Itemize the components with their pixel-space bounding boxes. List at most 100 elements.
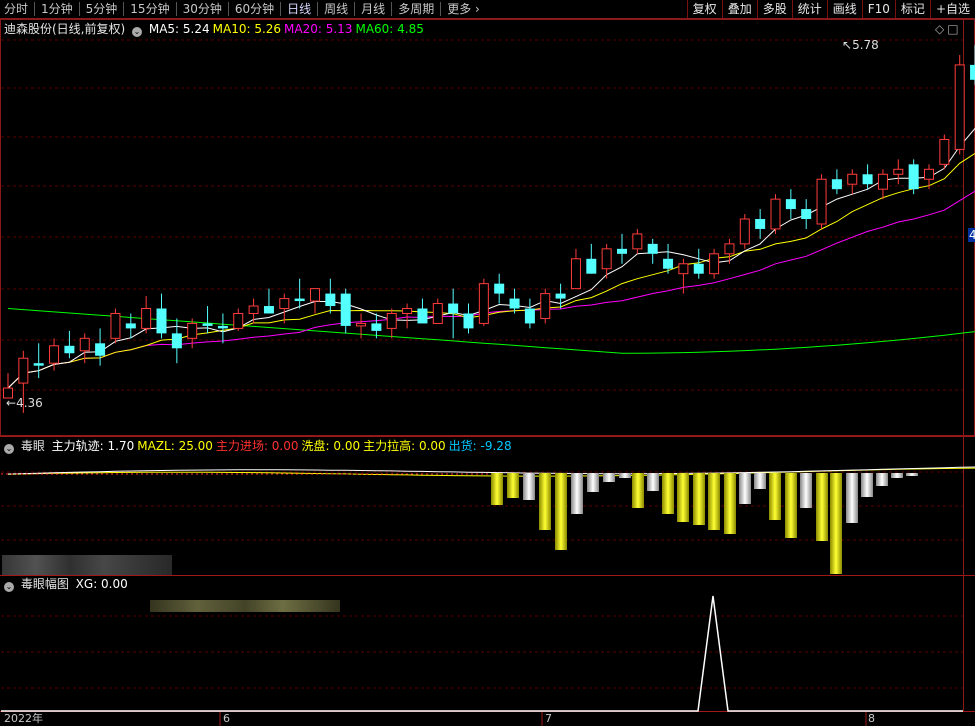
indicator-bar xyxy=(555,473,567,550)
candle-down xyxy=(586,258,597,274)
ma60-line xyxy=(7,308,975,354)
indicator-bar xyxy=(891,473,903,478)
candle-down xyxy=(371,323,382,331)
candle-down xyxy=(463,313,474,329)
candle-down xyxy=(33,363,44,366)
candle-up xyxy=(141,308,152,329)
candle-up xyxy=(632,233,643,250)
candle-down xyxy=(171,333,182,349)
candle-up xyxy=(924,168,934,180)
candle-up xyxy=(893,168,904,175)
indicator-bar xyxy=(693,473,705,525)
indicator-bar xyxy=(662,473,674,514)
candle-up xyxy=(816,178,827,225)
low-price-label: ←4.36 xyxy=(6,396,43,410)
indicator-bar xyxy=(906,473,918,476)
candle-down xyxy=(862,174,873,185)
candle-down xyxy=(217,325,228,329)
x-axis-label: 8 xyxy=(868,712,875,725)
indicator-bar xyxy=(830,473,842,574)
candle-down xyxy=(64,345,75,354)
candle-down xyxy=(617,248,627,254)
candle-up xyxy=(877,173,888,190)
candle-up xyxy=(954,64,965,150)
candle-up xyxy=(432,303,443,324)
candle-up xyxy=(49,345,60,364)
indicator-bar xyxy=(708,473,720,530)
candle-down xyxy=(448,303,459,314)
x-axis-label: 2022年 xyxy=(4,712,43,725)
candle-down xyxy=(417,308,428,324)
candle-down xyxy=(202,323,213,326)
candle-down xyxy=(755,219,766,229)
indicator-bar xyxy=(571,473,583,514)
indicator-bar xyxy=(861,473,873,497)
candle-up xyxy=(79,337,90,352)
indicator-bar xyxy=(800,473,812,508)
candle-up xyxy=(770,198,781,230)
candle-up xyxy=(356,322,367,327)
candle-down xyxy=(95,343,106,356)
indicator-bar xyxy=(846,473,858,523)
indicator-bar xyxy=(739,473,751,504)
indicator-bar xyxy=(587,473,599,492)
price-edge-label: 4 xyxy=(968,228,975,242)
indicator-bar xyxy=(539,473,551,530)
candle-down xyxy=(663,258,674,269)
indicator-bar xyxy=(632,473,644,508)
indicator-bar xyxy=(523,473,535,500)
candle-up xyxy=(724,243,735,255)
candle-up xyxy=(678,263,689,275)
indicator-bar xyxy=(507,473,519,498)
indicator-bar xyxy=(603,473,615,482)
candle-up xyxy=(310,288,320,302)
indicator-bar xyxy=(619,473,631,478)
candle-down xyxy=(524,308,535,324)
indicator-bar xyxy=(491,473,503,505)
candle-up xyxy=(233,312,244,329)
indicator-bar xyxy=(785,473,797,538)
candle-down xyxy=(831,179,842,190)
candle-down xyxy=(125,323,136,329)
x-axis-label: 6 xyxy=(223,712,230,725)
kline-chart[interactable] xyxy=(0,0,975,726)
candle-down xyxy=(785,199,796,210)
candle-up xyxy=(540,293,551,319)
candle-down xyxy=(340,293,351,326)
candle-up xyxy=(847,173,858,185)
ma20-line xyxy=(7,190,975,389)
indicator-bar xyxy=(647,473,659,491)
indicator-bar xyxy=(816,473,828,541)
indicator-bar xyxy=(876,473,888,486)
candle-up xyxy=(402,308,413,314)
candle-up xyxy=(187,322,198,339)
main-track-line xyxy=(7,466,975,475)
candle-down xyxy=(325,293,336,307)
candle-up xyxy=(248,305,259,314)
x-axis-label: 7 xyxy=(545,712,552,725)
candle-up xyxy=(601,248,612,270)
candle-up xyxy=(739,218,750,245)
candle-down xyxy=(294,298,305,302)
indicator-bar xyxy=(724,473,736,534)
candle-down xyxy=(693,263,704,274)
candle-up xyxy=(110,312,121,339)
candle-down xyxy=(494,283,505,294)
indicator-bar xyxy=(754,473,766,489)
high-price-label: ↖5.78 xyxy=(842,38,879,52)
candle-down xyxy=(555,293,566,299)
candle-up xyxy=(279,298,290,310)
candle-down xyxy=(970,64,975,80)
indicator-bar xyxy=(769,473,781,520)
candle-up xyxy=(939,138,950,165)
candle-up xyxy=(386,312,397,329)
candle-up xyxy=(570,258,581,290)
ma10-line xyxy=(7,152,975,389)
main-panel-frame xyxy=(0,19,975,436)
xg-line xyxy=(1,595,963,712)
candle-down xyxy=(647,243,658,254)
candle-down xyxy=(263,306,274,314)
indicator-bar xyxy=(677,473,689,522)
candle-up xyxy=(709,253,720,275)
candle-down xyxy=(801,209,812,220)
